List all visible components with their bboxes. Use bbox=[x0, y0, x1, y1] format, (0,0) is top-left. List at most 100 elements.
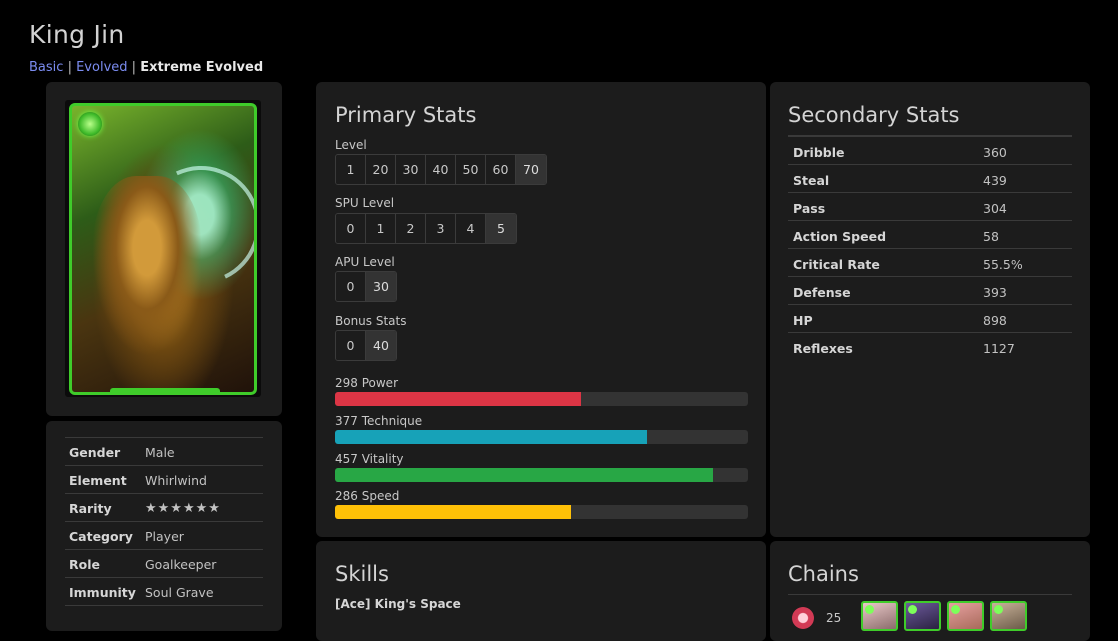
level-selector: 1 20 30 40 50 60 70 bbox=[335, 154, 547, 185]
secondary-row-dribble: Dribble 360 bbox=[788, 136, 1072, 165]
technique-bar-fill bbox=[335, 430, 647, 444]
stat-value: 360 bbox=[983, 145, 1007, 160]
chain-count: 25 bbox=[826, 611, 842, 625]
info-value: Whirlwind bbox=[145, 473, 207, 488]
info-row-more bbox=[65, 605, 263, 633]
card-image-panel bbox=[46, 82, 282, 416]
element-icon bbox=[908, 605, 917, 614]
secondary-row-critical-rate: Critical Rate 55.5% bbox=[788, 248, 1072, 277]
spu-option-button[interactable]: 3 bbox=[426, 214, 456, 243]
spu-level-label: SPU Level bbox=[335, 196, 395, 210]
chain-card-thumbnail[interactable] bbox=[947, 601, 984, 631]
info-row-immunity: Immunity Soul Grave bbox=[65, 577, 263, 605]
bonus-stats-label: Bonus Stats bbox=[335, 314, 407, 328]
spu-option-button[interactable]: 2 bbox=[396, 214, 426, 243]
skills-heading: Skills bbox=[335, 562, 389, 586]
skills-panel: Skills [Ace] King's Space bbox=[316, 541, 766, 641]
chains-panel: Chains 25 bbox=[770, 541, 1090, 641]
spu-option-button[interactable]: 0 bbox=[336, 214, 366, 243]
level-option-button[interactable]: 1 bbox=[336, 155, 366, 184]
secondary-stats-heading: Secondary Stats bbox=[788, 103, 960, 127]
speed-bar bbox=[335, 505, 748, 519]
level-option-button[interactable]: 50 bbox=[456, 155, 486, 184]
level-label: Level bbox=[335, 138, 367, 152]
spu-option-button[interactable]: 4 bbox=[456, 214, 486, 243]
speed-bar-label: 286 Speed bbox=[335, 489, 400, 503]
stat-key: Critical Rate bbox=[793, 257, 880, 272]
chains-heading: Chains bbox=[788, 562, 859, 586]
info-row-element: Element Whirlwind bbox=[65, 465, 263, 493]
element-icon bbox=[865, 605, 874, 614]
spu-option-button[interactable]: 5 bbox=[486, 214, 516, 243]
stat-value: 1127 bbox=[983, 341, 1015, 356]
skill-name: [Ace] King's Space bbox=[335, 597, 461, 611]
stat-key: Reflexes bbox=[793, 341, 853, 356]
info-value: Male bbox=[145, 445, 175, 460]
info-row-category: Category Player bbox=[65, 521, 263, 549]
primary-stats-panel: Primary Stats Level 1 20 30 40 50 60 70 SPU Le… bbox=[316, 82, 766, 537]
primary-stats-heading: Primary Stats bbox=[335, 103, 477, 127]
tab-separator: | bbox=[67, 60, 72, 75]
stat-value: 58 bbox=[983, 229, 999, 244]
spu-option-button[interactable]: 1 bbox=[366, 214, 396, 243]
stat-value: 304 bbox=[983, 201, 1007, 216]
secondary-row-action-speed: Action Speed 58 bbox=[788, 220, 1072, 249]
power-bar-label: 298 Power bbox=[335, 376, 398, 390]
info-key: Element bbox=[69, 473, 127, 488]
info-key: Category bbox=[69, 529, 133, 544]
tab-extreme-evolved: Extreme Evolved bbox=[140, 60, 264, 75]
level-option-button[interactable]: 30 bbox=[396, 155, 426, 184]
tab-basic[interactable]: Basic bbox=[29, 60, 63, 75]
whirlwind-element-icon bbox=[78, 112, 102, 136]
apu-level-label: APU Level bbox=[335, 255, 395, 269]
chain-card-thumbnail[interactable] bbox=[904, 601, 941, 631]
apu-option-button[interactable]: 30 bbox=[366, 272, 396, 301]
stat-key: Defense bbox=[793, 285, 851, 300]
apu-option-button[interactable]: 0 bbox=[336, 272, 366, 301]
card-bottom-bar bbox=[110, 388, 220, 392]
secondary-stats-panel: Secondary Stats Dribble 360 Steal 439 Pa… bbox=[770, 82, 1090, 537]
power-bar bbox=[335, 392, 748, 406]
power-bar-fill bbox=[335, 392, 581, 406]
stat-value: 898 bbox=[983, 313, 1007, 328]
page-title: King Jin bbox=[29, 20, 125, 49]
stat-value: 439 bbox=[983, 173, 1007, 188]
vitality-bar-fill bbox=[335, 468, 713, 482]
spu-level-selector: 012345 bbox=[335, 213, 517, 244]
speed-bar-fill bbox=[335, 505, 571, 519]
element-icon bbox=[951, 605, 960, 614]
bonus-option-button[interactable]: 40 bbox=[366, 331, 396, 360]
bonus-option-button[interactable]: 0 bbox=[336, 331, 366, 360]
info-key: Immunity bbox=[69, 585, 136, 600]
chain-type-icon bbox=[792, 607, 814, 629]
rarity-stars-icon: ★★★★★★ bbox=[145, 501, 221, 516]
info-row-role: Role Goalkeeper bbox=[65, 549, 263, 577]
info-value: Soul Grave bbox=[145, 585, 214, 600]
vitality-bar-label: 457 Vitality bbox=[335, 452, 404, 466]
vitality-bar bbox=[335, 468, 748, 482]
stat-value: 55.5% bbox=[983, 257, 1023, 272]
info-panel: Gender Male Element Whirlwind Rarity ★★★… bbox=[46, 421, 282, 631]
info-value: Goalkeeper bbox=[145, 557, 217, 572]
tab-evolved[interactable]: Evolved bbox=[76, 60, 127, 75]
chain-card-thumbnail[interactable] bbox=[990, 601, 1027, 631]
stat-value: 393 bbox=[983, 285, 1007, 300]
level-option-button[interactable]: 70 bbox=[516, 155, 546, 184]
evolution-tabs: Basic | Evolved | Extreme Evolved bbox=[29, 60, 263, 75]
level-option-button[interactable]: 20 bbox=[366, 155, 396, 184]
level-option-button[interactable]: 40 bbox=[426, 155, 456, 184]
chain-card-thumbnail[interactable] bbox=[861, 601, 898, 631]
stat-key: Dribble bbox=[793, 145, 845, 160]
info-key: Rarity bbox=[69, 501, 112, 516]
stat-key: Pass bbox=[793, 201, 826, 216]
element-icon bbox=[994, 605, 1003, 614]
stat-key: Action Speed bbox=[793, 229, 887, 244]
secondary-row-hp: HP 898 bbox=[788, 304, 1072, 333]
secondary-row-steal: Steal 439 bbox=[788, 164, 1072, 193]
tab-separator: | bbox=[131, 60, 137, 75]
level-option-button[interactable]: 60 bbox=[486, 155, 516, 184]
bonus-stats-selector: 0 40 bbox=[335, 330, 397, 361]
divider bbox=[788, 594, 1072, 595]
info-row-rarity: Rarity ★★★★★★ bbox=[65, 493, 263, 521]
apu-level-selector: 0 30 bbox=[335, 271, 397, 302]
